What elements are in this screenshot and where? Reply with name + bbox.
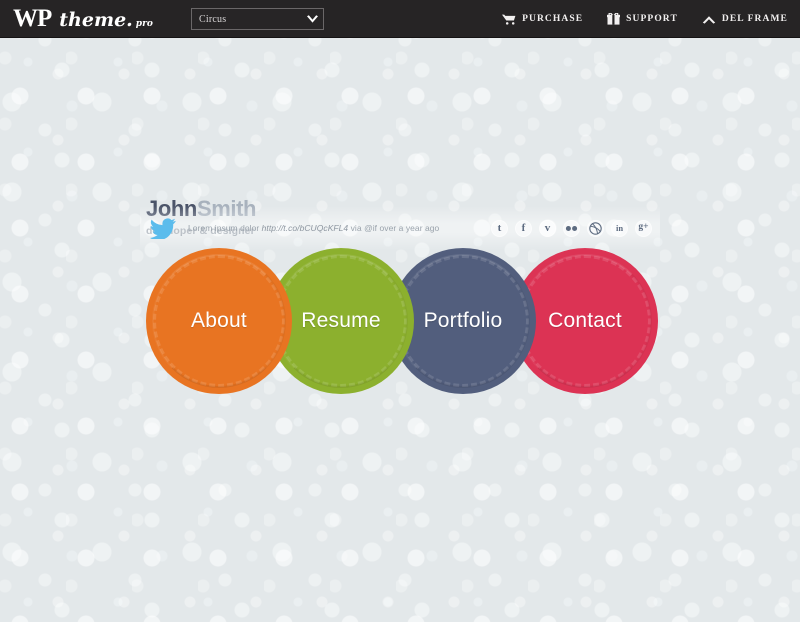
linkedin-icon[interactable]: in	[611, 219, 628, 237]
circle-nav-label: Portfolio	[423, 309, 503, 332]
logo-theme-text: theme.	[59, 9, 133, 31]
twitter-glyph: t	[497, 221, 502, 234]
nav-item-del-frame[interactable]: DEL FRAME	[702, 14, 788, 24]
page-root: WP theme. pro Circus PURCHASE SUPPORT DE…	[0, 0, 800, 622]
logo-wp-text: WP	[13, 5, 52, 32]
flickr-icon[interactable]	[563, 219, 580, 237]
facebook-glyph: f	[521, 221, 526, 234]
tweet-text: Lorem ipsum dolor http://t.co/bCUQcKFL4 …	[188, 223, 439, 233]
gift-box-icon	[607, 13, 621, 25]
vimeo-glyph: v	[544, 221, 551, 234]
circle-nav: Contact Portfolio Resume About	[146, 248, 666, 398]
tweet-user-handle[interactable]: @if	[364, 223, 377, 233]
googleplus-glyph: g+	[638, 222, 649, 233]
twitter-icon[interactable]: t	[491, 219, 508, 237]
twitter-bird-icon[interactable]	[150, 217, 176, 239]
circle-nav-label: Contact	[548, 309, 622, 332]
theme-select[interactable]: Circus	[191, 8, 324, 30]
tweet-text-via: via	[348, 223, 365, 233]
nav-item-purchase[interactable]: PURCHASE	[502, 14, 583, 25]
dribbble-icon[interactable]	[587, 219, 604, 237]
logo-pro-text: pro	[135, 19, 153, 29]
top-bar: WP theme. pro Circus PURCHASE SUPPORT DE…	[0, 0, 800, 38]
shopping-cart-icon	[502, 14, 516, 25]
chevron-up-icon	[702, 15, 716, 24]
theme-select-value: Circus	[199, 13, 227, 25]
circle-nav-item-about[interactable]: About	[146, 248, 292, 394]
chevron-down-icon	[301, 8, 323, 30]
circle-nav-label: Resume	[301, 309, 381, 332]
tweet-text-after: over a year ago	[377, 223, 440, 233]
tweet-bar: Lorem ipsum dolor http://t.co/bCUQcKFL4 …	[140, 206, 660, 250]
tweet-text-before: Lorem ipsum dolor	[188, 223, 262, 233]
top-nav: PURCHASE SUPPORT DEL FRAME	[502, 0, 788, 38]
site-logo[interactable]: WP theme. pro	[13, 6, 153, 31]
tweet-link[interactable]: http://t.co/bCUQcKFL4	[262, 223, 349, 233]
facebook-icon[interactable]: f	[515, 219, 532, 237]
linkedin-glyph: in	[615, 222, 624, 233]
nav-item-support[interactable]: SUPPORT	[607, 13, 678, 25]
nav-item-del-frame-label: DEL FRAME	[721, 14, 788, 24]
social-links: t f v in g+	[491, 219, 652, 237]
circle-nav-label: About	[191, 309, 247, 332]
vimeo-icon[interactable]: v	[539, 219, 556, 237]
googleplus-icon[interactable]: g+	[635, 219, 652, 237]
content-area: JohnSmith developer & designer Contact P…	[0, 38, 800, 622]
nav-item-purchase-label: PURCHASE	[522, 14, 584, 24]
nav-item-support-label: SUPPORT	[626, 14, 678, 24]
